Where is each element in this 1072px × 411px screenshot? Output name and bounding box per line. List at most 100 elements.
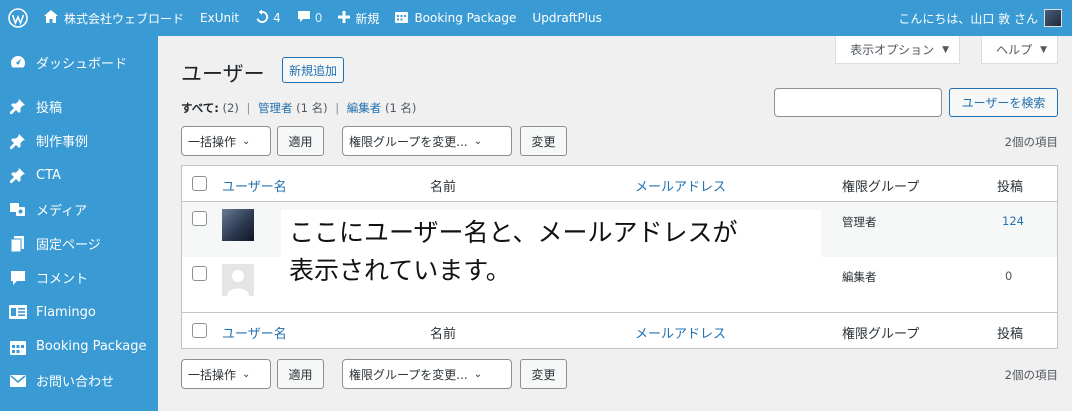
sidebar-item-works[interactable]: 制作事例 xyxy=(0,124,158,158)
caption-line-2: 表示されています。 xyxy=(289,256,511,285)
change-role-label: 権限グループを変更... xyxy=(349,134,468,149)
change-button[interactable]: 変更 xyxy=(520,126,567,156)
new-content-link[interactable]: 新規 xyxy=(330,0,387,36)
filter-editor-count: (1 名) xyxy=(384,101,417,115)
site-name: 株式会社ウェブロード xyxy=(64,11,185,26)
role-filters: すべて: (2) | 管理者 (1 名) | 編集者 (1 名) xyxy=(181,101,417,115)
account-menu[interactable]: こんにちは、山口 敦 さん xyxy=(890,0,1072,36)
home-icon xyxy=(44,10,58,26)
chevron-down-icon: ⌄ xyxy=(242,135,251,147)
sidebar-item-pages[interactable]: 固定ページ xyxy=(0,226,158,260)
row-role: 管理者 xyxy=(842,215,877,229)
calendar-icon xyxy=(8,337,28,357)
bulk-action-select[interactable]: 一括操作 ⌄ xyxy=(181,359,271,389)
plus-icon xyxy=(338,10,351,26)
pin-icon xyxy=(8,165,28,185)
change-role-select[interactable]: 権限グループを変更... ⌄ xyxy=(342,359,512,389)
comments-count: 0 xyxy=(314,11,323,25)
sidebar-item-label: お問い合わせ xyxy=(36,375,115,391)
updates-icon xyxy=(255,8,269,27)
default-avatar-icon xyxy=(222,264,254,296)
site-name-link[interactable]: 株式会社ウェブロード xyxy=(36,0,192,36)
screen-options-button[interactable]: 表示オプション ▼ xyxy=(835,36,960,64)
sidebar-item-label: ダッシュボード xyxy=(36,56,128,72)
updraftplus-link[interactable]: UpdraftPlus xyxy=(524,0,609,36)
select-all-checkbox[interactable] xyxy=(192,323,207,338)
column-username[interactable]: ユーザー名 xyxy=(222,323,287,342)
sidebar-item-contact[interactable]: お問い合わせ xyxy=(0,364,158,398)
apply-button[interactable]: 適用 xyxy=(277,126,324,156)
change-role-select[interactable]: 権限グループを変更... ⌄ xyxy=(342,126,512,156)
updates-link[interactable]: 4 xyxy=(247,0,289,36)
admin-bar: 株式会社ウェブロード ExUnit 4 0 新規 Booking Package… xyxy=(0,0,1072,36)
filter-all[interactable]: すべて xyxy=(181,101,214,115)
caption-line-1: ここにユーザー名と、メールアドレスが xyxy=(289,218,738,247)
comment-icon xyxy=(8,268,28,288)
caret-down-icon: ▼ xyxy=(1040,44,1047,55)
column-name: 名前 xyxy=(430,327,457,342)
tablenav-bottom: 一括操作 ⌄ 適用 権限グループを変更... ⌄ 変更 2個の項目 xyxy=(181,359,1058,389)
filter-admin[interactable]: 管理者 xyxy=(258,101,293,115)
items-count: 2個の項目 xyxy=(1004,368,1058,382)
column-username[interactable]: ユーザー名 xyxy=(222,176,287,195)
add-new-button[interactable]: 新規追加 xyxy=(282,57,345,83)
comment-bubble-icon xyxy=(297,10,311,26)
comments-link[interactable]: 0 xyxy=(289,0,331,36)
booking-package-link[interactable]: Booking Package xyxy=(387,0,524,36)
sidebar-item-comments[interactable]: コメント xyxy=(0,261,158,295)
sidebar-item-label: Booking Package xyxy=(36,339,147,355)
flamingo-icon xyxy=(8,302,28,322)
sidebar-item-label: CTA xyxy=(36,167,61,183)
bulk-action-select[interactable]: 一括操作 ⌄ xyxy=(181,126,271,156)
sidebar-item-posts[interactable]: 投稿 xyxy=(0,89,158,123)
row-posts-count: 0 xyxy=(1005,269,1013,283)
bulk-action-label: 一括操作 xyxy=(188,367,237,382)
search-input[interactable] xyxy=(774,88,942,117)
search-users-button[interactable]: ユーザーを検索 xyxy=(949,88,1058,117)
sidebar-item-flamingo[interactable]: Flamingo xyxy=(0,295,158,329)
chevron-down-icon: ⌄ xyxy=(473,368,483,380)
row-checkbox[interactable] xyxy=(192,266,207,281)
column-role: 権限グループ xyxy=(842,327,920,342)
change-button[interactable]: 変更 xyxy=(520,359,567,389)
sidebar-item-booking-package[interactable]: Booking Package xyxy=(0,329,158,363)
exunit-link[interactable]: ExUnit xyxy=(192,0,247,36)
dashboard-icon xyxy=(8,52,28,72)
caret-down-icon: ▼ xyxy=(942,44,949,55)
help-button[interactable]: ヘルプ ▼ xyxy=(981,36,1058,64)
sidebar-item-dashboard[interactable]: ダッシュボード xyxy=(0,45,158,79)
sidebar-item-label: 固定ページ xyxy=(36,238,101,254)
admin-sidebar: ダッシュボード 投稿 制作事例 CTA メディア 固定ページ コメント Flam… xyxy=(0,36,158,411)
user-avatar xyxy=(1044,9,1062,27)
main-content: 表示オプション ▼ ヘルプ ▼ ユーザー 新規追加 すべて: (2) | 管理者… xyxy=(158,36,1072,411)
chevron-down-icon: ⌄ xyxy=(242,368,251,380)
filter-admin-count: (1 名) xyxy=(296,101,328,115)
updates-count: 4 xyxy=(273,11,281,25)
column-role: 権限グループ xyxy=(842,180,920,195)
column-email[interactable]: メールアドレス xyxy=(635,176,726,195)
items-count: 2個の項目 xyxy=(1004,135,1058,149)
page-title: ユーザー xyxy=(181,62,265,86)
sidebar-item-label: メディア xyxy=(36,203,88,219)
table-footer: ユーザー名 名前 メールアドレス 権限グループ 投稿 xyxy=(182,312,1057,348)
filter-editor[interactable]: 編集者 xyxy=(347,101,382,115)
column-posts: 投稿 xyxy=(997,180,1024,195)
help-label: ヘルプ xyxy=(996,43,1033,57)
table-header: ユーザー名 名前 メールアドレス 権限グループ 投稿 xyxy=(182,166,1057,202)
sidebar-item-media[interactable]: メディア xyxy=(0,192,158,226)
row-checkbox[interactable] xyxy=(192,211,207,226)
sidebar-item-label: コメント xyxy=(36,272,89,288)
tablenav-top: 一括操作 ⌄ 適用 権限グループを変更... ⌄ 変更 2個の項目 xyxy=(181,126,1058,156)
select-all-checkbox[interactable] xyxy=(192,176,207,191)
booking-package-label: Booking Package xyxy=(414,11,517,25)
mail-icon xyxy=(8,371,28,391)
chevron-down-icon: ⌄ xyxy=(473,135,483,147)
apply-button[interactable]: 適用 xyxy=(277,359,324,389)
wordpress-logo-icon[interactable] xyxy=(0,0,36,36)
pin-icon xyxy=(8,131,28,151)
sidebar-item-label: 制作事例 xyxy=(36,135,89,151)
user-avatar xyxy=(222,209,254,241)
column-email[interactable]: メールアドレス xyxy=(635,323,726,342)
row-posts-link[interactable]: 124 xyxy=(1002,214,1024,228)
sidebar-item-cta[interactable]: CTA xyxy=(0,158,158,192)
